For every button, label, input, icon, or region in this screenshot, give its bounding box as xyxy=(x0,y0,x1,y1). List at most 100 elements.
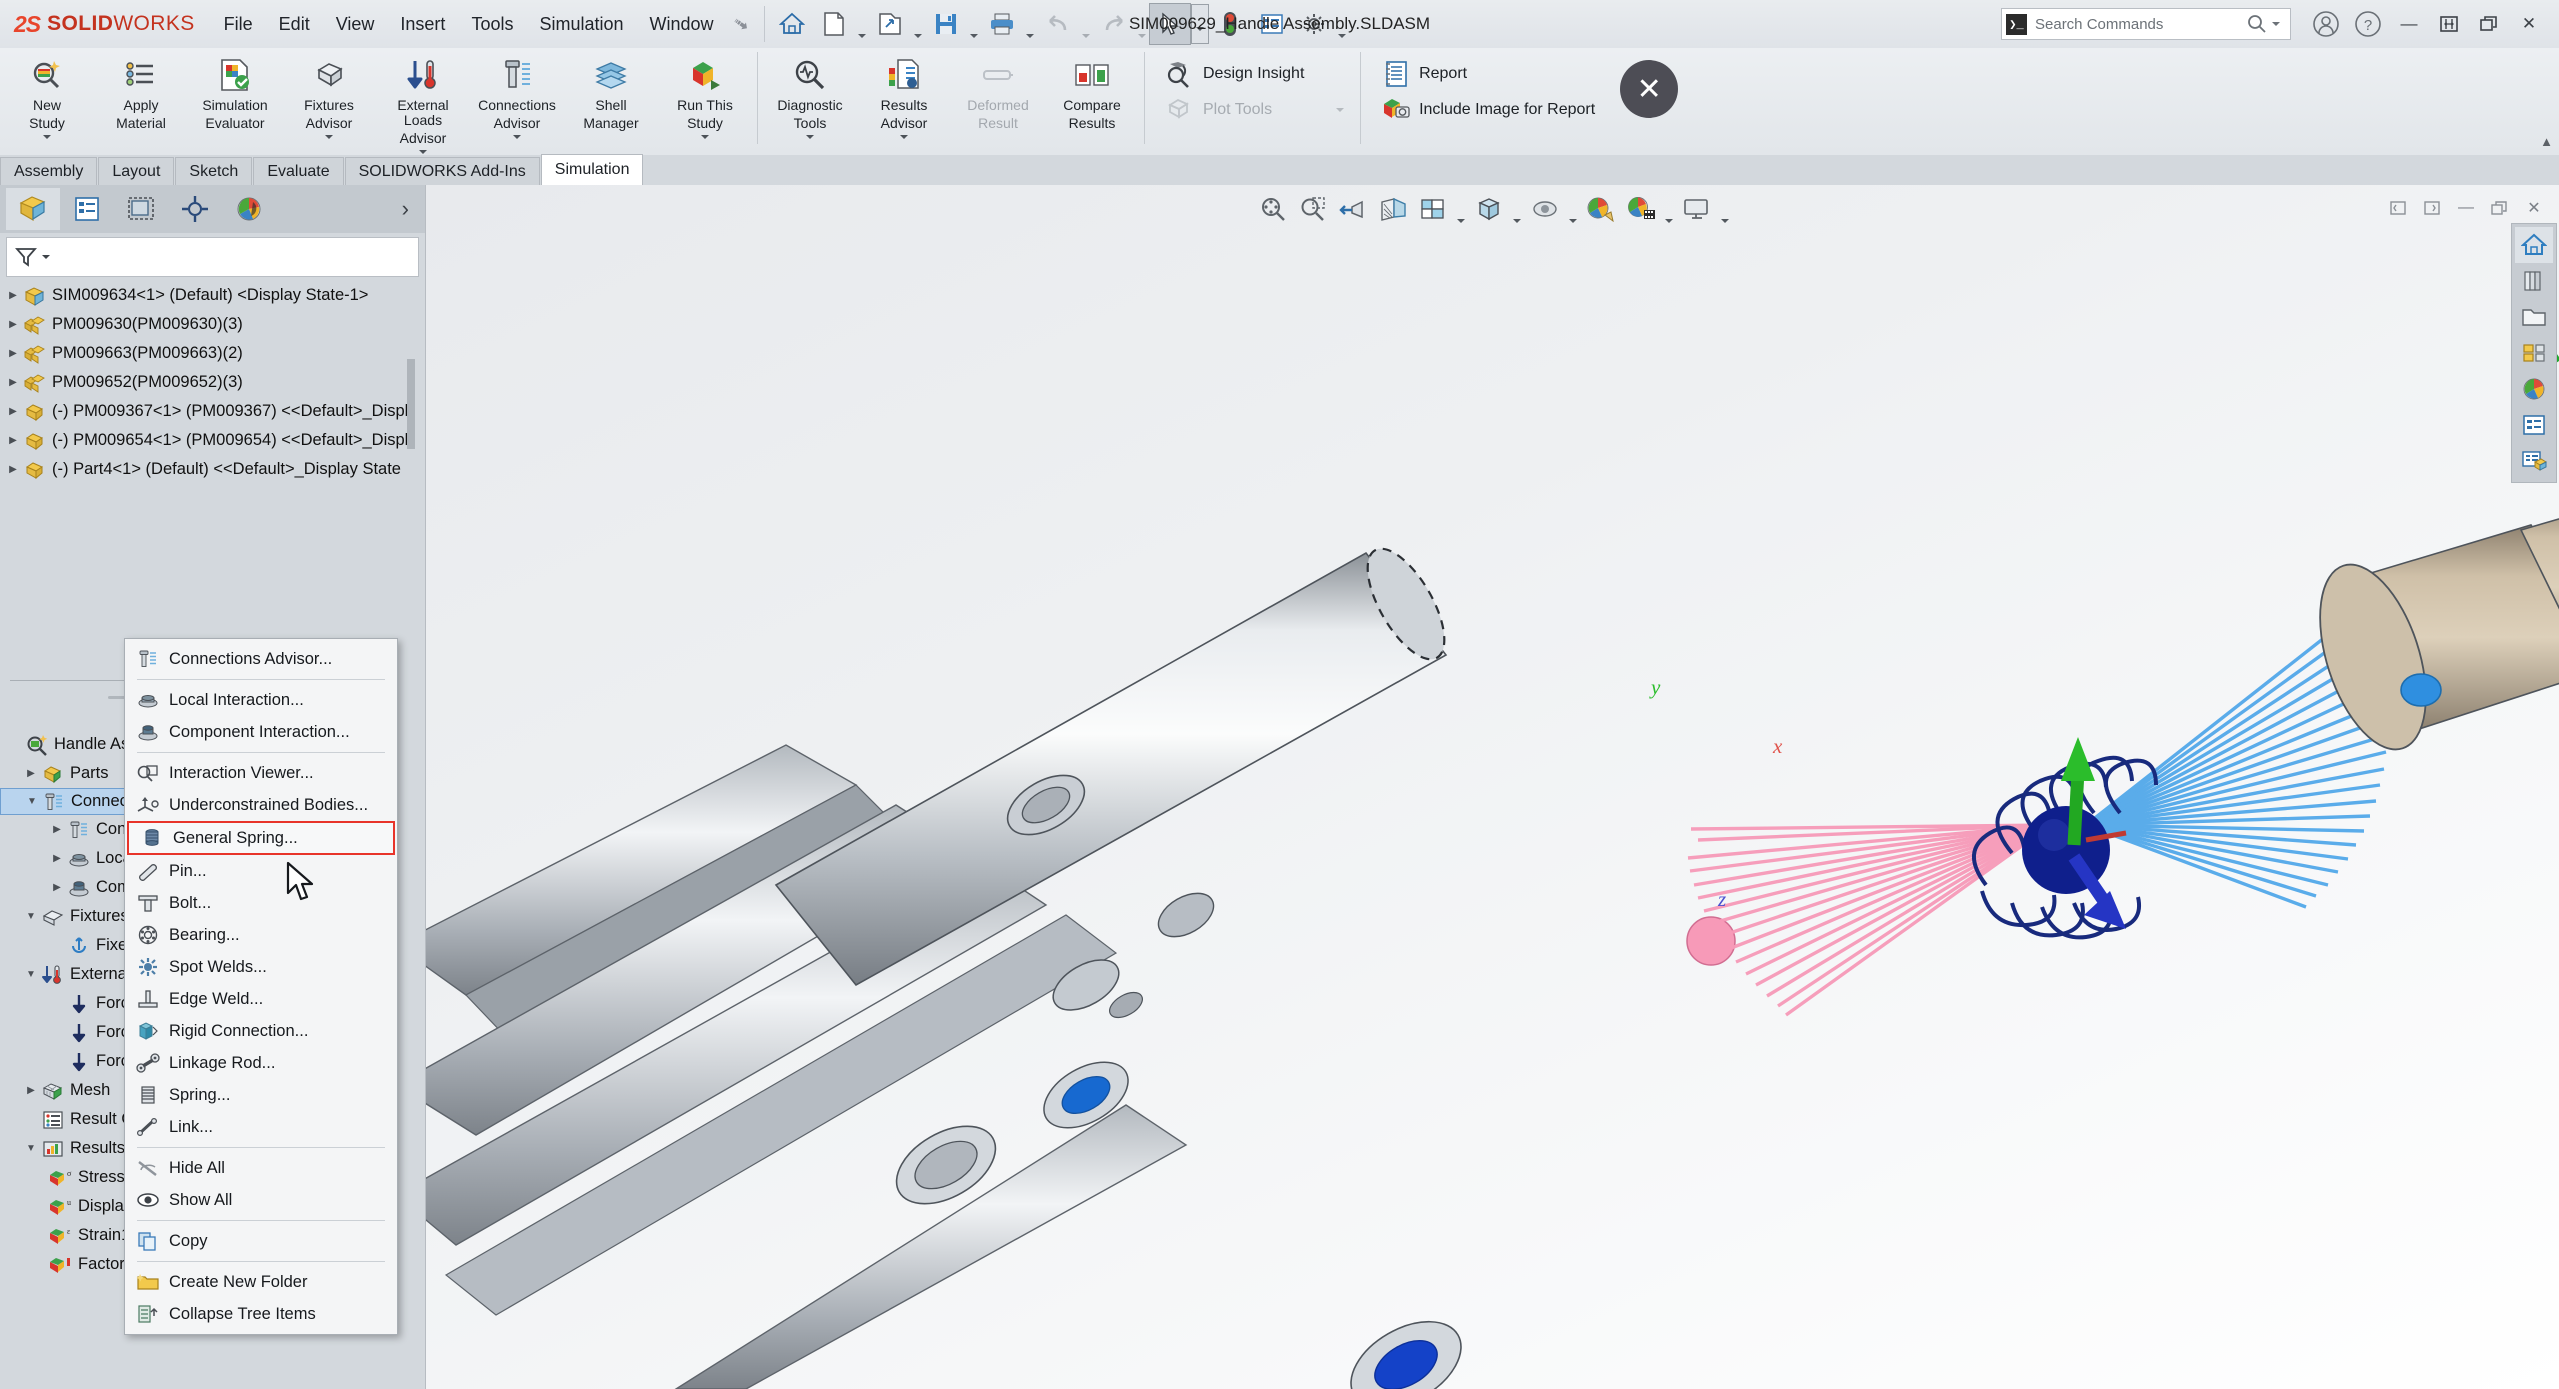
hide-show-items-icon[interactable] xyxy=(1525,189,1565,229)
ctx-connections-advisor[interactable]: Connections Advisor... xyxy=(125,643,397,675)
dimxpert-manager-tab[interactable] xyxy=(168,188,222,230)
display-style-caret[interactable] xyxy=(1509,185,1525,234)
print-icon[interactable] xyxy=(981,3,1023,45)
compare-results-button[interactable]: Compare Results xyxy=(1045,48,1139,148)
search-input[interactable]: ❯_ Search Commands xyxy=(2001,8,2291,40)
tree-row-sim009634[interactable]: ▶ SIM009634<1> (Default) <Display State-… xyxy=(0,281,425,310)
view-settings-caret[interactable] xyxy=(1717,185,1733,234)
view-settings-icon[interactable] xyxy=(1677,189,1717,229)
tree-row-part4[interactable]: ▶ (-) Part4<1> (Default) <<Default>_Disp… xyxy=(0,455,425,481)
plot-tools-button[interactable]: Plot Tools xyxy=(1158,92,1355,128)
feature-manager-tab[interactable] xyxy=(6,188,60,230)
ctx-bearing[interactable]: Bearing... xyxy=(125,919,397,951)
new-document-icon[interactable] xyxy=(813,3,855,45)
view-orientation-icon[interactable] xyxy=(1413,189,1453,229)
panel-more-tabs-icon[interactable]: › xyxy=(402,196,409,222)
maximize-button[interactable] xyxy=(2469,7,2509,41)
section-view-icon[interactable] xyxy=(1373,189,1413,229)
tree-row-pm009652[interactable]: ▶ PM009652(PM009652)(3) xyxy=(0,368,425,397)
run-this-study-button[interactable]: Run This Study xyxy=(658,48,752,148)
menu-item-file[interactable]: File xyxy=(211,8,266,41)
ctx-pin[interactable]: Pin... xyxy=(125,855,397,887)
fixtures-advisor-caret[interactable] xyxy=(325,131,333,143)
ctx-collapse-tree-items[interactable]: Collapse Tree Items xyxy=(125,1298,397,1330)
ctx-component-interaction[interactable]: Component Interaction... xyxy=(125,716,397,748)
tab-evaluate[interactable]: Evaluate xyxy=(253,157,344,185)
view-palette-home-icon[interactable] xyxy=(2515,227,2553,263)
apply-material-button[interactable]: Apply Material xyxy=(94,48,188,148)
expand-arrow-icon[interactable]: ▶ xyxy=(22,768,40,779)
restore-left-icon[interactable] xyxy=(2381,191,2415,225)
expand-arrow-icon[interactable]: ▶ xyxy=(4,319,22,330)
tree-scrollbar[interactable] xyxy=(405,281,417,481)
tab-simulation[interactable]: Simulation xyxy=(540,154,644,185)
tab-layout[interactable]: Layout xyxy=(98,157,175,185)
appearances-scenes-icon[interactable] xyxy=(2515,371,2553,407)
expand-arrow-icon[interactable]: ▶ xyxy=(4,406,22,417)
tree-scrollbar-thumb[interactable] xyxy=(407,359,415,449)
diagnostic-tools-button[interactable]: Diagnostic Tools xyxy=(763,48,857,148)
zoom-to-fit-icon[interactable] xyxy=(1253,189,1293,229)
menu-item-view[interactable]: View xyxy=(323,8,388,41)
close-button[interactable]: ✕ xyxy=(2509,7,2549,41)
new-document-caret[interactable] xyxy=(855,0,869,50)
expand-arrow-icon[interactable]: ▶ xyxy=(4,290,22,301)
ctx-rigid-connection[interactable]: Rigid Connection... xyxy=(125,1015,397,1047)
select-caret[interactable] xyxy=(1191,4,1210,44)
configuration-manager-tab[interactable] xyxy=(114,188,168,230)
new-study-caret[interactable] xyxy=(43,131,51,143)
report-button[interactable]: Report xyxy=(1374,56,1606,92)
close-ribbon-callout-button[interactable]: ✕ xyxy=(1620,60,1679,118)
save-caret[interactable] xyxy=(967,0,981,50)
close-window-icon[interactable]: ✕ xyxy=(2517,191,2551,225)
results-advisor-button[interactable]: Results Advisor xyxy=(857,48,951,148)
ctx-bolt[interactable]: Bolt... xyxy=(125,887,397,919)
view-palette-icon[interactable] xyxy=(2515,335,2553,371)
restore-down-button[interactable] xyxy=(2429,7,2469,41)
collapse-ribbon-icon[interactable]: ▲ xyxy=(2540,134,2553,149)
collapse-arrow-icon[interactable]: ▼ xyxy=(22,1143,40,1154)
plot-tools-caret[interactable] xyxy=(1336,108,1345,112)
graphics-viewport[interactable]: y x z z xyxy=(426,185,2559,1389)
undo-caret[interactable] xyxy=(1079,0,1093,50)
display-manager-tab[interactable] xyxy=(222,188,276,230)
home-icon[interactable] xyxy=(771,3,813,45)
expand-arrow-icon[interactable]: ▶ xyxy=(48,824,66,835)
menu-item-simulation[interactable]: Simulation xyxy=(526,8,636,41)
rebuild-status-icon[interactable] xyxy=(1209,3,1251,45)
design-insight-button[interactable]: Design Insight xyxy=(1158,56,1355,92)
file-explorer-icon[interactable] xyxy=(2515,299,2553,335)
zoom-to-area-icon[interactable] xyxy=(1293,189,1333,229)
filter-caret-icon[interactable] xyxy=(42,255,50,259)
tree-row-pm009630[interactable]: ▶ PM009630(PM009630)(3) xyxy=(0,310,425,339)
expand-arrow-icon[interactable]: ▶ xyxy=(4,464,22,475)
open-document-icon[interactable] xyxy=(869,3,911,45)
pin-icon[interactable]: ➟ xyxy=(727,10,753,38)
expand-arrow-icon[interactable]: ▶ xyxy=(4,435,22,446)
hide-show-items-caret[interactable] xyxy=(1565,185,1581,234)
ctx-hide-all[interactable]: Hide All xyxy=(125,1152,397,1184)
new-study-button[interactable]: New Study xyxy=(0,48,94,148)
settings-gear-icon[interactable] xyxy=(1293,3,1335,45)
ctx-underconstrained-bodies[interactable]: Underconstrained Bodies... xyxy=(125,789,397,821)
restore-right-icon[interactable] xyxy=(2415,191,2449,225)
expand-arrow-icon[interactable]: ▶ xyxy=(4,377,22,388)
edit-appearance-icon[interactable] xyxy=(1581,189,1621,229)
open-document-caret[interactable] xyxy=(911,0,925,50)
previous-view-icon[interactable] xyxy=(1333,189,1373,229)
ctx-link[interactable]: Link... xyxy=(125,1111,397,1143)
deformed-result-button[interactable]: Deformed Result xyxy=(951,48,1045,148)
search-caret[interactable] xyxy=(2272,22,2280,26)
connections-advisor-button[interactable]: Connections Advisor xyxy=(470,48,564,148)
ctx-general-spring[interactable]: General Spring... xyxy=(127,821,395,855)
expand-arrow-icon[interactable]: ▶ xyxy=(48,882,66,893)
external-loads-advisor-button[interactable]: External Loads Advisor xyxy=(376,48,470,159)
expand-arrow-icon[interactable]: ▶ xyxy=(22,1085,40,1096)
save-icon[interactable] xyxy=(925,3,967,45)
ctx-copy[interactable]: Copy xyxy=(125,1225,397,1257)
shell-manager-button[interactable]: Shell Manager xyxy=(564,48,658,148)
restore-window-icon[interactable] xyxy=(2483,191,2517,225)
simulation-evaluator-button[interactable]: Simulation Evaluator xyxy=(188,48,282,148)
collapse-arrow-icon[interactable]: ▼ xyxy=(22,969,40,980)
help-icon[interactable]: ? xyxy=(2351,7,2385,41)
